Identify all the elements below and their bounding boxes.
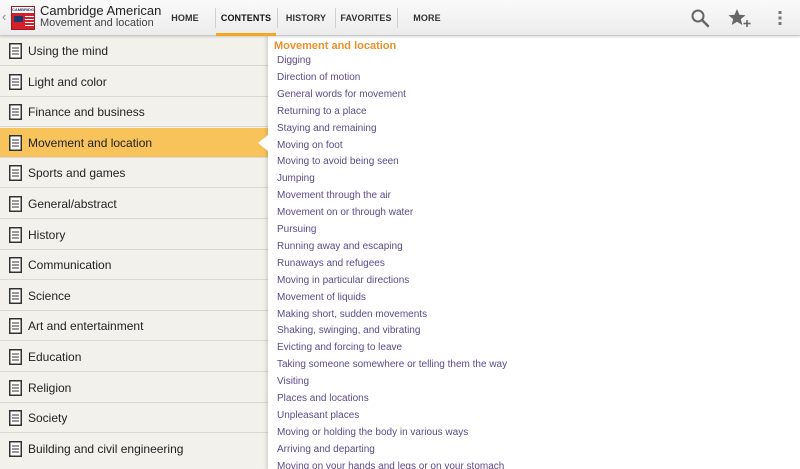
tab-more[interactable]: MORE — [400, 0, 454, 36]
app-subtitle: Movement and location — [40, 17, 154, 29]
tab-divider — [397, 8, 398, 28]
sidebar-item-label: Using the mind — [28, 44, 109, 58]
document-icon — [9, 165, 22, 182]
topic-link[interactable]: Returning to a place — [277, 106, 367, 117]
app-logo[interactable]: CAMBRIDGE — [11, 6, 35, 30]
sidebar-item-general-abstract[interactable]: General/abstract — [0, 189, 268, 219]
topic-link[interactable]: Runaways and refugees — [277, 258, 385, 269]
sidebar-item-art-and-entertainment[interactable]: Art and entertainment — [0, 311, 268, 342]
sidebar-item-religion[interactable]: Religion — [0, 373, 268, 403]
topic-link[interactable]: Moving on foot — [277, 140, 343, 151]
document-icon — [9, 43, 22, 59]
topic-link[interactable]: Moving in particular directions — [277, 275, 409, 286]
document-icon — [9, 349, 22, 365]
document-icon — [9, 134, 22, 151]
action-bar: ‹ CAMBRIDGE Cambridge American Movement … — [0, 0, 800, 36]
topic-link[interactable]: Digging — [277, 55, 311, 66]
logo-text: CAMBRIDGE — [12, 7, 35, 13]
document-icon — [9, 440, 22, 457]
topic-link[interactable]: Visiting — [277, 376, 309, 387]
sidebar-item-label: Movement and location — [28, 135, 153, 150]
sidebar-item-society[interactable]: Society — [0, 403, 268, 434]
overflow-menu-icon[interactable] — [770, 8, 790, 28]
tab-favorites[interactable]: FAVORITES — [336, 0, 396, 36]
tab-contents[interactable]: CONTENTS — [216, 0, 276, 36]
sidebar-item-sports-and-games[interactable]: Sports and games — [0, 158, 268, 189]
search-icon[interactable] — [690, 8, 710, 28]
sidebar-item-science[interactable]: Science — [0, 281, 268, 311]
topic-list-panel: Movement and location Digging Direction … — [268, 36, 800, 469]
topic-link[interactable]: Moving to avoid being seen — [277, 156, 399, 167]
sidebar-item-label: General/abstract — [28, 197, 117, 211]
document-icon — [9, 318, 22, 335]
topic-link[interactable]: Arriving and departing — [277, 444, 375, 455]
sidebar-item-label: Light and color — [28, 74, 107, 89]
sidebar-item-communication[interactable]: Communication — [0, 250, 268, 281]
topic-link[interactable]: Evicting and forcing to leave — [277, 342, 402, 353]
topic-link[interactable]: Movement of liquids — [277, 292, 366, 303]
tab-home[interactable]: HOME — [160, 0, 210, 36]
sidebar-item-building-and-civil-engineering[interactable]: Building and civil engineering — [0, 434, 268, 464]
sidebar-item-label: Sports and games — [28, 166, 126, 181]
sidebar-item-label: Art and entertainment — [28, 319, 144, 334]
topic-link[interactable]: Movement on or through water — [277, 207, 413, 218]
app-title: Cambridge American — [40, 3, 162, 18]
tab-history[interactable]: HISTORY — [278, 0, 334, 36]
topic-link[interactable]: Unpleasant places — [277, 410, 359, 421]
topic-link[interactable]: Pursuing — [277, 224, 316, 235]
sidebar-item-using-the-mind[interactable]: Using the mind — [0, 36, 268, 66]
topic-link[interactable]: Taking someone somewhere or telling them… — [277, 359, 507, 370]
star-plus-icon[interactable] — [728, 8, 752, 28]
sidebar-item-label: Finance and business — [28, 105, 145, 120]
sidebar-item-label: History — [28, 227, 66, 242]
sidebar-item-history[interactable]: History — [0, 220, 268, 250]
topic-link[interactable]: Moving on your hands and legs or on your… — [277, 461, 504, 469]
sidebar-item-label: Education — [28, 350, 82, 364]
sidebar-item-label: Science — [28, 288, 71, 303]
document-icon — [9, 196, 22, 212]
sidebar-item-finance-and-business[interactable]: Finance and business — [0, 97, 268, 128]
topic-link[interactable]: Running away and escaping — [277, 241, 403, 252]
topic-link[interactable]: Jumping — [277, 173, 315, 184]
document-icon — [9, 73, 22, 90]
document-icon — [9, 379, 22, 396]
topic-link[interactable]: Movement through the air — [277, 190, 391, 201]
contents-sidebar: Using the mind Light and color Finance a… — [0, 36, 268, 469]
document-icon — [9, 410, 22, 427]
topic-link[interactable]: Staying and remaining — [277, 123, 377, 134]
sidebar-item-label: Building and civil engineering — [28, 441, 184, 456]
up-navigation-icon[interactable]: ‹ — [2, 9, 6, 24]
sidebar-item-label: Communication — [28, 258, 112, 273]
topic-link[interactable]: Places and locations — [277, 393, 369, 404]
sidebar-item-label: Religion — [28, 380, 72, 395]
topic-link[interactable]: Direction of motion — [277, 72, 360, 83]
sidebar-item-education[interactable]: Education — [0, 342, 268, 372]
selection-pointer — [258, 135, 268, 151]
sidebar-item-movement-and-location[interactable]: Movement and location — [0, 127, 268, 158]
topic-link[interactable]: Moving or holding the body in various wa… — [277, 427, 468, 438]
topic-link[interactable]: Making short, sudden movements — [277, 309, 427, 320]
sidebar-item-label: Society — [28, 411, 68, 426]
document-icon — [9, 104, 22, 121]
topic-link[interactable]: Shaking, swinging, and vibrating — [277, 325, 420, 336]
section-heading: Movement and location — [274, 40, 397, 52]
document-icon — [9, 226, 22, 243]
topic-link[interactable]: General words for movement — [277, 89, 406, 100]
document-icon — [9, 287, 22, 304]
sidebar-item-light-and-color[interactable]: Light and color — [0, 67, 268, 97]
document-icon — [9, 257, 22, 274]
